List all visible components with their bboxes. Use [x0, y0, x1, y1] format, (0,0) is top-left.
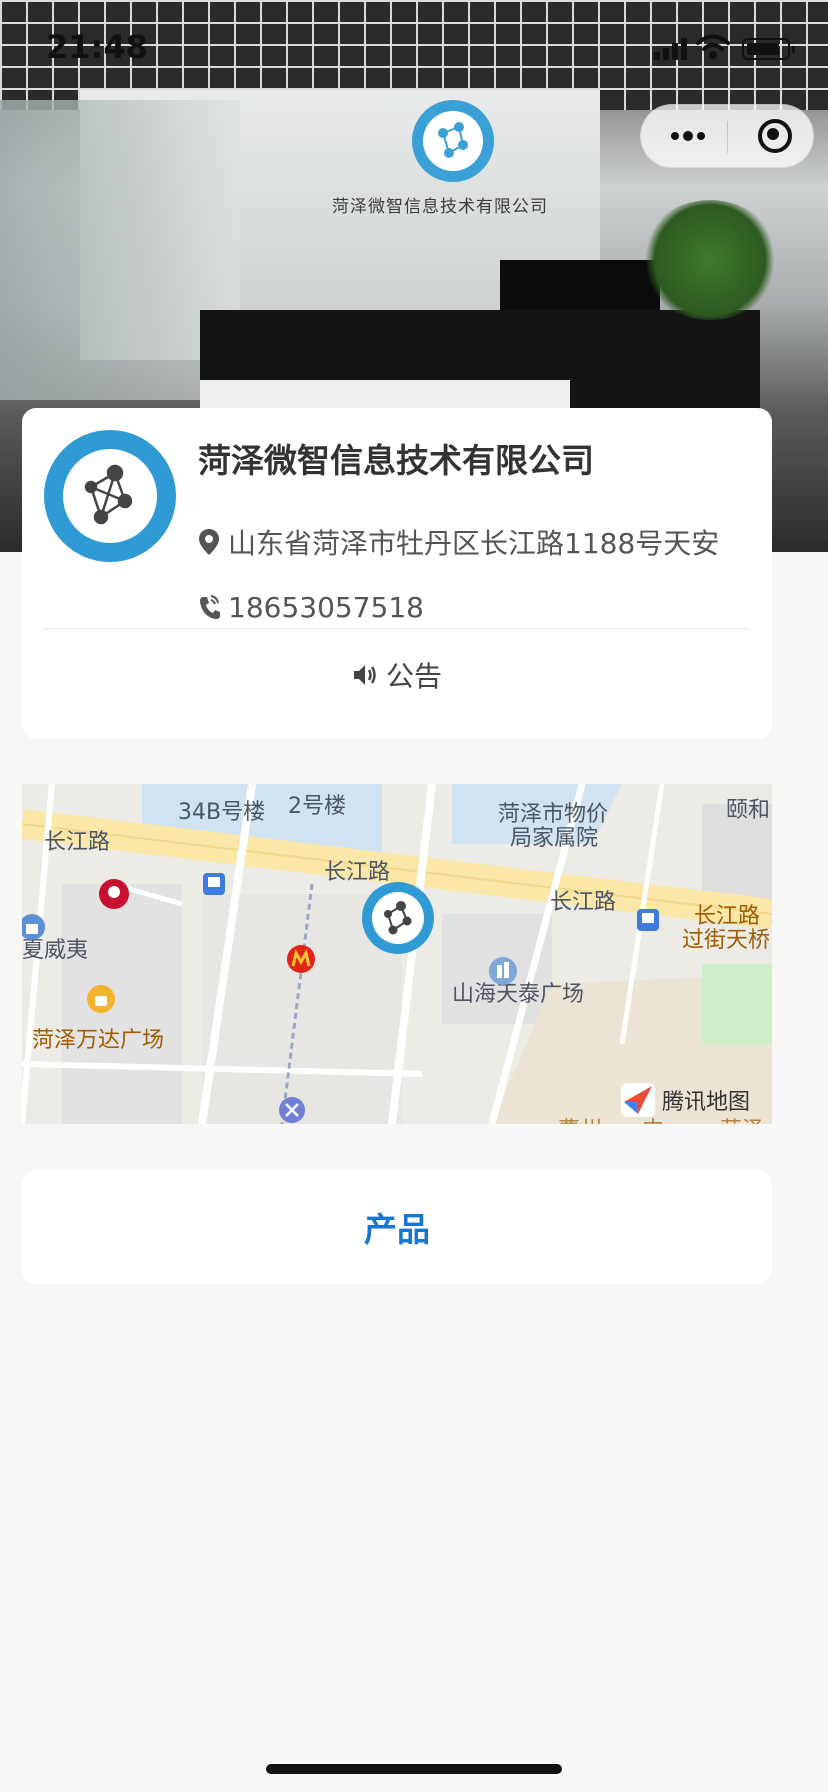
mcdonalds-poi-icon	[287, 945, 315, 973]
company-info-card: 菏泽微智信息技术有限公司 山东省菏泽市牡丹区长江路1188号天安 1865305…	[22, 408, 772, 739]
potted-plant	[640, 200, 780, 320]
company-phone-row[interactable]: 18653057518	[198, 587, 768, 627]
announcement-button[interactable]: 公告	[22, 650, 772, 700]
map-brand-label: 腾讯地图	[662, 1090, 751, 1115]
more-menu-button[interactable]	[667, 105, 727, 167]
home-indicator[interactable]	[266, 1764, 562, 1774]
bus-stop-icon	[203, 873, 225, 895]
wifi-icon	[696, 34, 730, 64]
mini-program-capsule	[640, 104, 814, 168]
announcement-label: 公告	[385, 660, 442, 693]
map-label: 曹州	[558, 1112, 602, 1124]
products-button[interactable]: 产品	[22, 1170, 772, 1284]
map-label: 过街天桥	[682, 928, 771, 953]
map-label: 山海天泰广场	[452, 982, 585, 1007]
cellular-signal-icon	[654, 38, 690, 60]
building-poi-icon	[489, 957, 517, 985]
battery-icon	[742, 38, 795, 60]
location-pin-icon	[199, 529, 219, 555]
company-phone: 18653057518	[228, 590, 424, 624]
company-location-marker[interactable]	[362, 882, 434, 954]
phone-icon	[200, 595, 220, 619]
map-label: 34B号楼	[178, 800, 266, 825]
map-label: 2号楼	[288, 794, 346, 819]
company-name: 菏泽微智信息技术有限公司	[198, 441, 594, 480]
map-label: 颐和	[726, 798, 771, 823]
speaker-icon	[353, 665, 376, 685]
bus-stop-icon	[637, 909, 659, 931]
card-divider	[44, 628, 750, 629]
status-time: 21:48	[46, 28, 148, 66]
map-label: 长江路	[44, 830, 111, 855]
company-address-row[interactable]: 山东省菏泽市牡丹区长江路1188号天安	[198, 522, 768, 562]
company-address: 山东省菏泽市牡丹区长江路1188号天安	[228, 527, 720, 560]
tencent-map-logo-icon	[621, 1083, 655, 1117]
status-bar: 21:48	[0, 0, 828, 100]
products-label: 产品	[364, 1210, 430, 1249]
close-mini-program-button[interactable]	[749, 105, 801, 167]
wall-sign-text: 菏泽微智信息技术有限公司	[332, 197, 548, 217]
wall-logo-icon	[412, 100, 494, 182]
kfc-poi-icon	[99, 879, 129, 909]
hotel-poi-icon	[22, 914, 45, 940]
map-label: 长江路	[550, 890, 617, 915]
shopping-poi-icon	[87, 985, 115, 1013]
company-logo-icon	[44, 430, 176, 562]
map-label: 局家属院	[510, 826, 599, 851]
salon-poi-icon	[279, 1097, 305, 1123]
map-attribution: 腾讯地图	[620, 1082, 750, 1118]
map-base	[22, 784, 772, 1124]
location-map[interactable]: 34B号楼 2号楼 菏泽市物价 局家属院 颐和 长江路 长江路 长江路 长江路 …	[22, 784, 772, 1124]
map-label: 长江路	[324, 860, 391, 885]
capsule-divider	[727, 121, 728, 153]
map-label: 菏泽万达广场	[32, 1028, 165, 1053]
